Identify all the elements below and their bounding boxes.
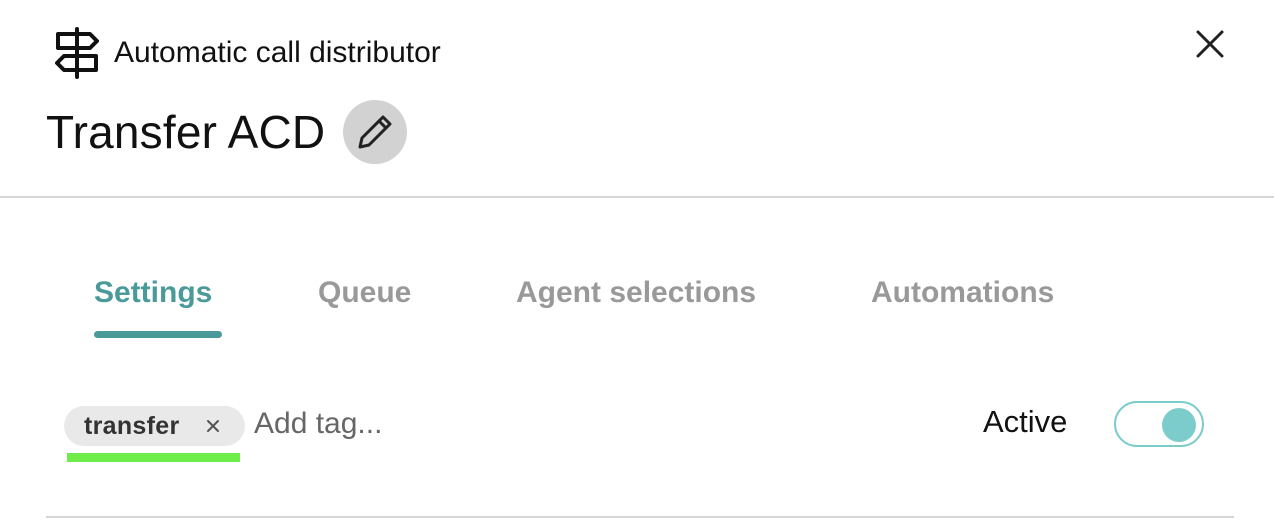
tab-queue[interactable]: Queue <box>318 276 411 310</box>
tab-automations[interactable]: Automations <box>871 276 1054 310</box>
close-icon <box>1196 30 1224 58</box>
active-label: Active <box>983 404 1068 439</box>
tag-chip: transfer <box>64 406 245 446</box>
active-toggle[interactable] <box>1114 401 1204 447</box>
edit-title-button[interactable] <box>343 100 408 164</box>
tag-label: transfer <box>84 411 180 440</box>
tab-agent-selections[interactable]: Agent selections <box>516 276 756 310</box>
title-row: Transfer ACD <box>46 98 408 166</box>
add-tag-input[interactable] <box>254 400 494 448</box>
close-button[interactable] <box>1188 22 1232 66</box>
header-type: Automatic call distributor <box>52 26 441 80</box>
header-divider <box>0 196 1274 198</box>
tab-bar: Settings Queue Agent selections Automati… <box>0 276 1274 340</box>
active-tab-indicator <box>94 331 222 338</box>
type-label: Automatic call distributor <box>114 36 441 69</box>
page-title: Transfer ACD <box>46 106 326 158</box>
tag-highlight <box>67 453 240 462</box>
tab-settings[interactable]: Settings <box>94 276 212 310</box>
section-divider <box>46 516 1234 518</box>
signpost-icon <box>55 27 99 79</box>
pencil-icon <box>358 115 392 149</box>
toggle-knob <box>1162 408 1196 442</box>
close-icon[interactable] <box>204 417 222 435</box>
